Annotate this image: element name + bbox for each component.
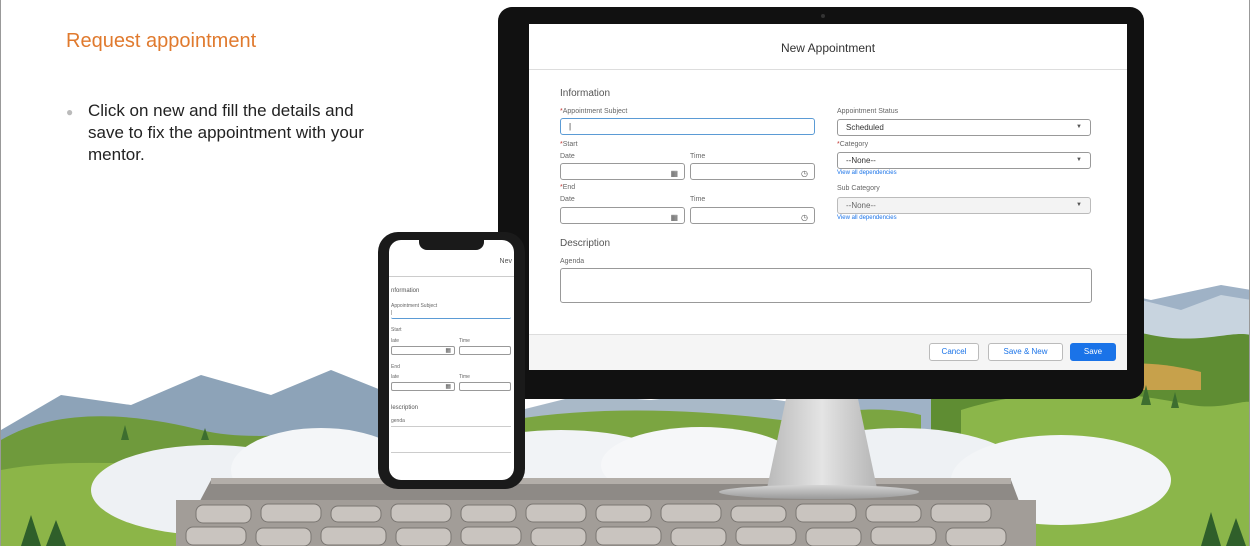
phone-start-time-input[interactable] — [459, 346, 511, 355]
bullet-icon: ● — [66, 105, 74, 119]
start-label: *Start — [560, 141, 578, 148]
subject-label: *Appointment Subject — [560, 108, 628, 115]
phone-end-date-input[interactable]: ▦ — [391, 382, 455, 391]
bullet-point: ● Click on new and fill the details and … — [66, 100, 366, 166]
agenda-textarea[interactable] — [560, 268, 1092, 303]
phone-end-time-label: Time — [459, 374, 470, 380]
phone-divider — [389, 276, 514, 277]
phone-agenda-field[interactable] — [391, 426, 511, 427]
save-button[interactable]: Save — [1070, 343, 1116, 361]
agenda-label: Agenda — [560, 258, 585, 265]
modal-footer: Cancel Save & New Save — [529, 334, 1127, 370]
category-select[interactable]: --None-- ▼ — [837, 152, 1091, 169]
status-value: Scheduled — [846, 123, 884, 132]
start-time-input[interactable]: ◷ — [690, 163, 815, 180]
phone-start-label: Start — [391, 327, 402, 333]
phone-divider-bottom — [391, 452, 511, 453]
calendar-icon[interactable]: ▦ — [445, 347, 451, 354]
phone-end-label: End — [391, 364, 400, 370]
phone-title: Nev — [499, 258, 512, 265]
phone-agenda-label: genda — [391, 418, 405, 424]
phone-notch — [419, 240, 484, 250]
information-section-title: Information — [560, 88, 611, 99]
end-date-input[interactable]: ▦ — [560, 207, 685, 224]
start-time-label: Time — [690, 153, 706, 160]
phone-information-title: nformation — [391, 288, 420, 294]
save-new-button[interactable]: Save & New — [988, 343, 1063, 361]
phone-screen: Nev nformation Appointment Subject | Sta… — [389, 240, 514, 480]
chevron-down-icon: ▼ — [1076, 157, 1082, 163]
end-label: *End — [560, 184, 576, 191]
new-appointment-modal: New Appointment Information *Appointment… — [529, 24, 1127, 370]
phone-subject-value: | — [391, 310, 393, 316]
category-dependencies-link[interactable]: View all dependencies — [837, 170, 897, 176]
modal-title: New Appointment — [529, 24, 1127, 70]
calendar-icon[interactable]: ▦ — [670, 210, 678, 225]
subcategory-dependencies-link[interactable]: View all dependencies — [837, 215, 897, 221]
description-section-title: Description — [560, 238, 611, 249]
phone-start-date-input[interactable]: ▦ — [391, 346, 455, 355]
monitor-base — [719, 485, 919, 499]
camera-icon — [821, 14, 825, 18]
subcategory-label: Sub Category — [837, 185, 880, 192]
phone-time-label: Time — [459, 338, 470, 344]
slide: Request appointment ● Click on new and f… — [0, 0, 1250, 546]
phone-end-time-input[interactable] — [459, 382, 511, 391]
start-date-input[interactable]: ▦ — [560, 163, 685, 180]
status-label: Appointment Status — [837, 108, 899, 115]
subcategory-select[interactable]: --None-- ▼ — [837, 197, 1091, 214]
end-time-label: Time — [690, 196, 706, 203]
category-value: --None-- — [846, 156, 876, 165]
calendar-icon[interactable]: ▦ — [670, 166, 678, 181]
start-date-label: Date — [560, 153, 575, 160]
phone-subject-input[interactable]: | — [391, 310, 511, 319]
cancel-button[interactable]: Cancel — [929, 343, 979, 361]
category-label: *Category — [837, 141, 869, 148]
clock-icon[interactable]: ◷ — [801, 210, 808, 225]
chevron-down-icon: ▼ — [1076, 124, 1082, 130]
chevron-down-icon: ▼ — [1076, 202, 1082, 208]
bullet-text: Click on new and fill the details and sa… — [88, 101, 364, 164]
appointment-status-select[interactable]: Scheduled ▼ — [837, 119, 1091, 136]
end-date-label: Date — [560, 196, 575, 203]
clock-icon[interactable]: ◷ — [801, 166, 808, 181]
phone-description-title: lescription — [391, 405, 419, 411]
subcategory-value: --None-- — [846, 201, 876, 210]
phone-subject-label: Appointment Subject — [391, 303, 438, 309]
end-time-input[interactable]: ◷ — [690, 207, 815, 224]
appointment-subject-input[interactable]: | — [560, 118, 815, 135]
phone-end-date-label: late — [391, 374, 400, 380]
calendar-icon[interactable]: ▦ — [445, 383, 451, 390]
phone-date-label: late — [391, 338, 400, 344]
slide-title: Request appointment — [66, 30, 257, 52]
